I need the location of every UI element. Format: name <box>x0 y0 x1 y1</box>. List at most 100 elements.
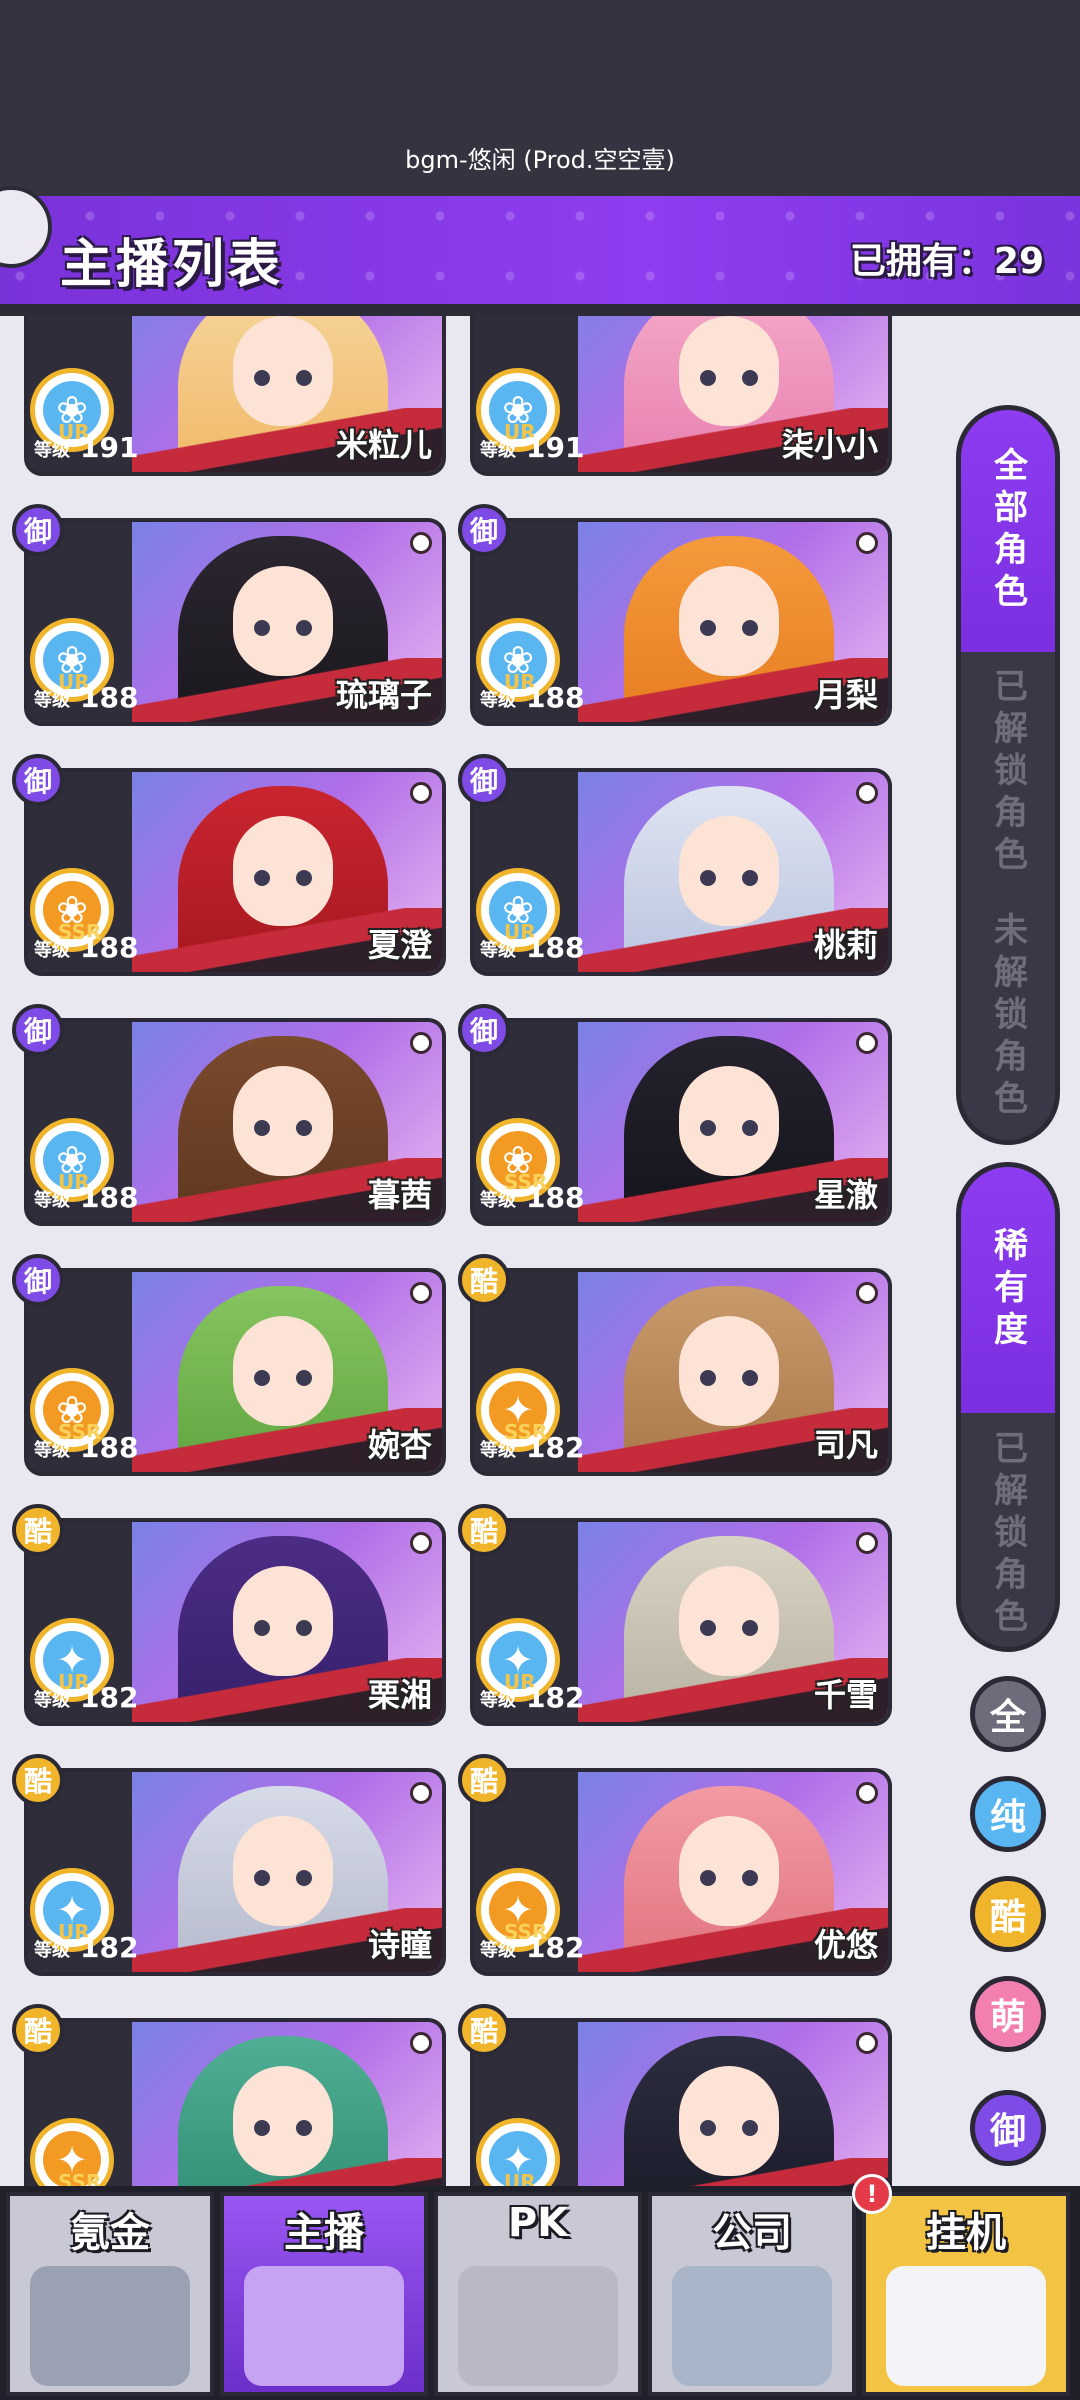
card-corner-dot <box>410 782 432 804</box>
streamer-card[interactable]: ❀ UR 等级 188 暮茜 <box>24 1018 446 1226</box>
type-tag: 酷 <box>12 2004 64 2056</box>
nav-label: 挂机 <box>926 2210 1006 2256</box>
filter-cute-button[interactable]: 萌 <box>970 1976 1046 2052</box>
alert-icon: ! <box>852 2174 892 2214</box>
streamer-card[interactable]: ❀ UR 等级 188 月梨 <box>470 518 892 726</box>
level-label: 等级 <box>34 1940 70 1961</box>
level-label: 等级 <box>480 940 516 961</box>
streamer-list[interactable]: ❀ UR 等级 191 米粒儿 ❀ UR 等级 191 柒小小 ❀ UR 等级 188 琉璃子御 ❀ UR 等级 1… <box>0 316 930 2186</box>
nav-label: PK <box>507 2200 569 2246</box>
streamer-name: 月梨 <box>813 676 878 714</box>
coins-icon <box>30 2266 190 2386</box>
level-label: 等级 <box>34 690 70 711</box>
tab-locked-roles[interactable]: 未解锁角色 <box>961 894 1055 1140</box>
nav-pk-button[interactable]: PK <box>434 2192 642 2396</box>
type-tag: 酷 <box>458 1504 510 1556</box>
level-label: 等级 <box>480 440 516 461</box>
streamer-card[interactable]: ✦ UR 等级 182 千雪 <box>470 1518 892 1726</box>
nav-label: 主播 <box>284 2210 364 2256</box>
building-icon <box>672 2266 832 2386</box>
portrait-eye <box>296 1620 312 1636</box>
card-corner-dot <box>856 1032 878 1054</box>
type-tag: 酷 <box>458 1754 510 1806</box>
level-value: 182 <box>526 1681 585 1714</box>
tab-rarity[interactable]: 稀有度 <box>961 1167 1055 1413</box>
card-corner-dot <box>410 2032 432 2054</box>
streamer-name: 优悠 <box>813 1926 878 1964</box>
owned-count: 已拥有：29 <box>849 241 1044 282</box>
type-tag: 御 <box>12 754 64 806</box>
level-label: 等级 <box>34 940 70 961</box>
level-label: 等级 <box>34 440 70 461</box>
card-corner-dot <box>410 532 432 554</box>
tab-unlocked-roles[interactable]: 已解锁角色 <box>961 652 1055 894</box>
tab-all-roles[interactable]: 全部角色 <box>961 410 1055 652</box>
nav-company-button[interactable]: 公司 <box>648 2192 856 2396</box>
streamer-card[interactable]: ❀ UR 等级 191 米粒儿 <box>24 316 446 476</box>
filter-pure-button[interactable]: 纯 <box>970 1776 1046 1852</box>
portrait-eye <box>700 620 716 636</box>
card-stripe <box>132 2158 442 2186</box>
portrait-eye <box>700 2120 716 2136</box>
filter-cool-button[interactable]: 酷 <box>970 1876 1046 1952</box>
page-header: 主播列表 已拥有：29 <box>0 186 1080 314</box>
portrait-eye <box>742 1620 758 1636</box>
streamer-card[interactable]: ❀ UR 等级 188 琉璃子 <box>24 518 446 726</box>
bottom-nav: 氪金 主播 PK 公司 挂机 <box>0 2186 1080 2400</box>
streamer-card[interactable]: ✦ SSR 等级 182 司凡 <box>470 1268 892 1476</box>
role-filter-tabs: 全部角色 已解锁角色 未解锁角色 <box>956 405 1060 1145</box>
card-corner-dot <box>856 2032 878 2054</box>
card-corner-dot <box>856 1782 878 1804</box>
tab-rarity-unlocked[interactable]: 已解锁角色 <box>961 1413 1055 1647</box>
streamer-name: 夏澄 <box>367 926 432 964</box>
card-corner-dot <box>856 782 878 804</box>
pig-icon <box>244 2266 404 2386</box>
card-corner-dot <box>410 1532 432 1554</box>
streamer-card[interactable]: ✦ UR 等级 182 栗湘 <box>24 1518 446 1726</box>
streamer-card[interactable]: ✦UR等级 <box>470 2018 892 2186</box>
portrait-eye <box>296 620 312 636</box>
pk-battle-icon <box>458 2266 618 2386</box>
card-corner-dot <box>856 1532 878 1554</box>
level-label: 等级 <box>480 690 516 711</box>
level-label: 等级 <box>34 1440 70 1461</box>
streamer-name: 诗瞳 <box>367 1926 432 1964</box>
portrait-eye <box>700 1370 716 1386</box>
level-value: 182 <box>526 1931 585 1964</box>
streamer-card[interactable]: ✦ SSR 等级 182 优悠 <box>470 1768 892 1976</box>
streamer-card[interactable]: ❀ SSR 等级 188 婉杏 <box>24 1268 446 1476</box>
nav-streamer-button[interactable]: 主播 <box>220 2192 428 2396</box>
level-label: 等级 <box>480 1190 516 1211</box>
nav-idle-button[interactable]: 挂机 <box>862 2192 1070 2396</box>
streamer-card[interactable]: ❀ SSR 等级 188 夏澄 <box>24 768 446 976</box>
streamer-name: 司凡 <box>813 1426 878 1464</box>
streamer-card[interactable]: ✦SSR等级 <box>24 2018 446 2186</box>
nav-recharge-button[interactable]: 氪金 <box>6 2192 214 2396</box>
portrait-eye <box>254 1120 270 1136</box>
rank-label: SSR <box>58 2170 102 2186</box>
streamer-card[interactable]: ❀ SSR 等级 188 星澈 <box>470 1018 892 1226</box>
streamer-card[interactable]: ✦ UR 等级 182 诗瞳 <box>24 1768 446 1976</box>
portrait-eye <box>742 370 758 386</box>
level-label: 等级 <box>34 1690 70 1711</box>
streamer-name: 桃莉 <box>813 926 878 964</box>
portrait-eye <box>254 1620 270 1636</box>
card-corner-dot <box>410 1032 432 1054</box>
portrait-eye <box>254 370 270 386</box>
portrait-eye <box>296 1370 312 1386</box>
filter-all-button[interactable]: 全 <box>970 1676 1046 1752</box>
portrait-eye <box>700 370 716 386</box>
type-tag: 酷 <box>458 1254 510 1306</box>
level-value: 188 <box>80 1431 139 1464</box>
filter-royal-button[interactable]: 御 <box>970 2090 1046 2166</box>
streamer-card[interactable]: ❀ UR 等级 191 柒小小 <box>470 316 892 476</box>
type-tag: 御 <box>12 1004 64 1056</box>
rank-label: UR <box>504 2170 536 2186</box>
portrait-eye <box>742 620 758 636</box>
streamer-card[interactable]: ❀ UR 等级 188 桃莉 <box>470 768 892 976</box>
portrait-eye <box>742 1870 758 1886</box>
card-corner-dot <box>410 1282 432 1304</box>
level-value: 182 <box>526 1431 585 1464</box>
type-tag: 御 <box>458 754 510 806</box>
portrait-eye <box>254 2120 270 2136</box>
